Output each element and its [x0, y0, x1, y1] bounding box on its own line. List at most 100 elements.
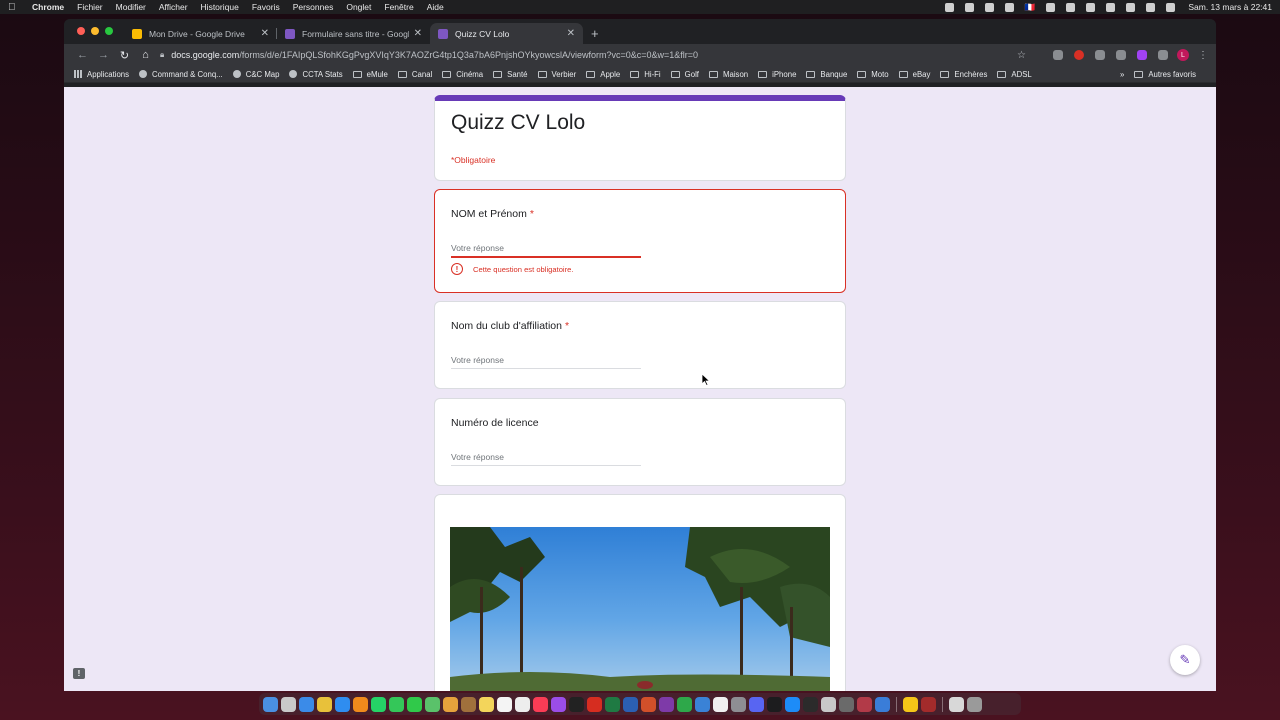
bookmark-folder[interactable]: ADSL [997, 70, 1032, 79]
vlc-icon[interactable] [353, 696, 368, 712]
siri-icon[interactable] [1166, 2, 1176, 12]
answer-input[interactable]: Votre réponse [451, 355, 641, 369]
app-icon[interactable] [767, 696, 782, 712]
pen-extension-icon[interactable] [1137, 50, 1147, 60]
tab-quizz-cv-lolo[interactable]: Quizz CV Lolo ✕ [430, 23, 583, 44]
menu-chrome[interactable]: Chrome [32, 2, 64, 12]
lock-icon[interactable]: 🔒︎ [160, 50, 164, 60]
menu-onglet[interactable]: Onglet [346, 2, 371, 12]
vlc-icon[interactable] [964, 2, 974, 12]
app-icon[interactable] [857, 696, 872, 712]
pages-icon[interactable] [713, 696, 728, 712]
dictionary-icon[interactable] [921, 696, 936, 712]
bookmark-folder[interactable]: eBay [898, 70, 930, 79]
finder-icon[interactable] [263, 696, 278, 712]
onenote-icon[interactable] [659, 696, 674, 712]
screenshot-extension-icon[interactable] [1053, 50, 1063, 60]
bookmark-folder[interactable]: Maison [708, 70, 748, 79]
excel-icon[interactable] [605, 696, 620, 712]
menu-fichier[interactable]: Fichier [77, 2, 103, 12]
close-tab-icon[interactable]: ✕ [261, 28, 269, 39]
extension-icon[interactable] [1095, 50, 1105, 60]
menu-afficher[interactable]: Afficher [159, 2, 188, 12]
trash-icon[interactable] [967, 696, 982, 712]
home-icon[interactable]: ⌂ [135, 49, 156, 61]
tab-formulaire[interactable]: Formulaire sans titre - Google ✕ [277, 23, 430, 44]
system-preferences-icon[interactable] [731, 696, 746, 712]
battery-icon[interactable] [1066, 2, 1076, 12]
acrobat-icon[interactable] [587, 696, 602, 712]
adblock-extension-icon[interactable] [1074, 50, 1084, 60]
bookmark-folder[interactable]: Santé [493, 70, 528, 79]
bookmark-item[interactable]: C&C Map [232, 70, 279, 79]
messages-icon[interactable] [407, 696, 422, 712]
answer-input[interactable]: Votre réponse [451, 452, 641, 466]
bookmark-folder[interactable]: Apple [586, 70, 620, 79]
answer-input[interactable]: Votre réponse [451, 243, 641, 258]
menu-aide[interactable]: Aide [427, 2, 444, 12]
tab-mon-drive[interactable]: Mon Drive - Google Drive ✕ [124, 23, 277, 44]
photos-icon[interactable] [443, 696, 458, 712]
other-bookmarks-folder[interactable]: Autres favoris [1134, 70, 1196, 79]
close-tab-icon[interactable]: ✕ [567, 28, 575, 39]
whatsapp-icon[interactable] [371, 696, 386, 712]
spotlight-search-icon[interactable] [1126, 2, 1136, 12]
flag-icon[interactable]: 🇫🇷 [1025, 2, 1036, 13]
music-icon[interactable] [533, 696, 548, 712]
downloads-icon[interactable] [949, 696, 964, 712]
safari-icon[interactable] [335, 696, 350, 712]
calendar-icon[interactable] [497, 696, 512, 712]
minimize-window-icon[interactable] [91, 27, 99, 35]
report-problem-icon[interactable]: ! [73, 668, 85, 679]
bookmark-folder[interactable]: eMule [352, 70, 388, 79]
bookmark-item[interactable]: Applications [74, 70, 129, 79]
close-window-icon[interactable] [77, 27, 85, 35]
bluetooth-icon[interactable] [1046, 2, 1056, 12]
menu-personnes[interactable]: Personnes [293, 2, 334, 12]
powerpoint-icon[interactable] [641, 696, 656, 712]
facetime-icon[interactable] [389, 696, 404, 712]
close-tab-icon[interactable]: ✕ [414, 28, 422, 39]
app-store-icon[interactable] [785, 696, 800, 712]
app-icon[interactable] [821, 696, 836, 712]
mail-icon[interactable] [299, 696, 314, 712]
record-icon[interactable] [944, 2, 954, 12]
maps-icon[interactable] [425, 696, 440, 712]
podcasts-icon[interactable] [551, 696, 566, 712]
bookmark-folder[interactable]: Enchères [940, 70, 987, 79]
reminders-icon[interactable] [515, 696, 530, 712]
app-icon[interactable] [903, 696, 918, 712]
bookmark-folder[interactable]: Verbier [537, 70, 576, 79]
menu-modifier[interactable]: Modifier [116, 2, 146, 12]
app-icon[interactable] [839, 696, 854, 712]
new-tab-icon[interactable]: + [591, 26, 599, 41]
apple-tv-icon[interactable] [569, 696, 584, 712]
launchpad-icon[interactable] [281, 696, 296, 712]
control-center-icon[interactable] [1146, 2, 1156, 12]
bookmark-folder[interactable]: Hi-Fi [630, 70, 661, 79]
bookmark-folder[interactable]: Moto [857, 70, 889, 79]
bookmark-item[interactable]: CCTA Stats [289, 70, 343, 79]
menu-fenetre[interactable]: Fenêtre [384, 2, 413, 12]
app-icon[interactable] [461, 696, 476, 712]
malwarebytes-icon[interactable] [1004, 2, 1014, 12]
wifi-icon[interactable] [1086, 2, 1096, 12]
time-machine-icon[interactable] [1106, 2, 1116, 12]
app-icon[interactable] [875, 696, 890, 712]
menubar-clock[interactable]: Sam. 13 mars à 22:41 [1188, 2, 1272, 12]
bookmark-folder[interactable]: Banque [806, 70, 847, 79]
bookmark-item[interactable]: Command & Conq... [139, 70, 223, 79]
chrome-icon[interactable] [317, 696, 332, 712]
forward-icon[interactable]: → [93, 49, 114, 61]
dropbox-icon[interactable] [984, 2, 994, 12]
more-menu-icon[interactable]: ⋮ [1198, 50, 1208, 61]
bookmark-star-icon[interactable]: ☆ [1017, 50, 1026, 61]
zoom-window-icon[interactable] [105, 27, 113, 35]
puzzle-extensions-icon[interactable] [1158, 50, 1168, 60]
bookmark-folder[interactable]: iPhone [758, 70, 796, 79]
discord-icon[interactable] [749, 696, 764, 712]
back-icon[interactable]: ← [72, 49, 93, 61]
profile-avatar[interactable]: L [1177, 49, 1189, 61]
keynote-icon[interactable] [695, 696, 710, 712]
notes-icon[interactable] [479, 696, 494, 712]
